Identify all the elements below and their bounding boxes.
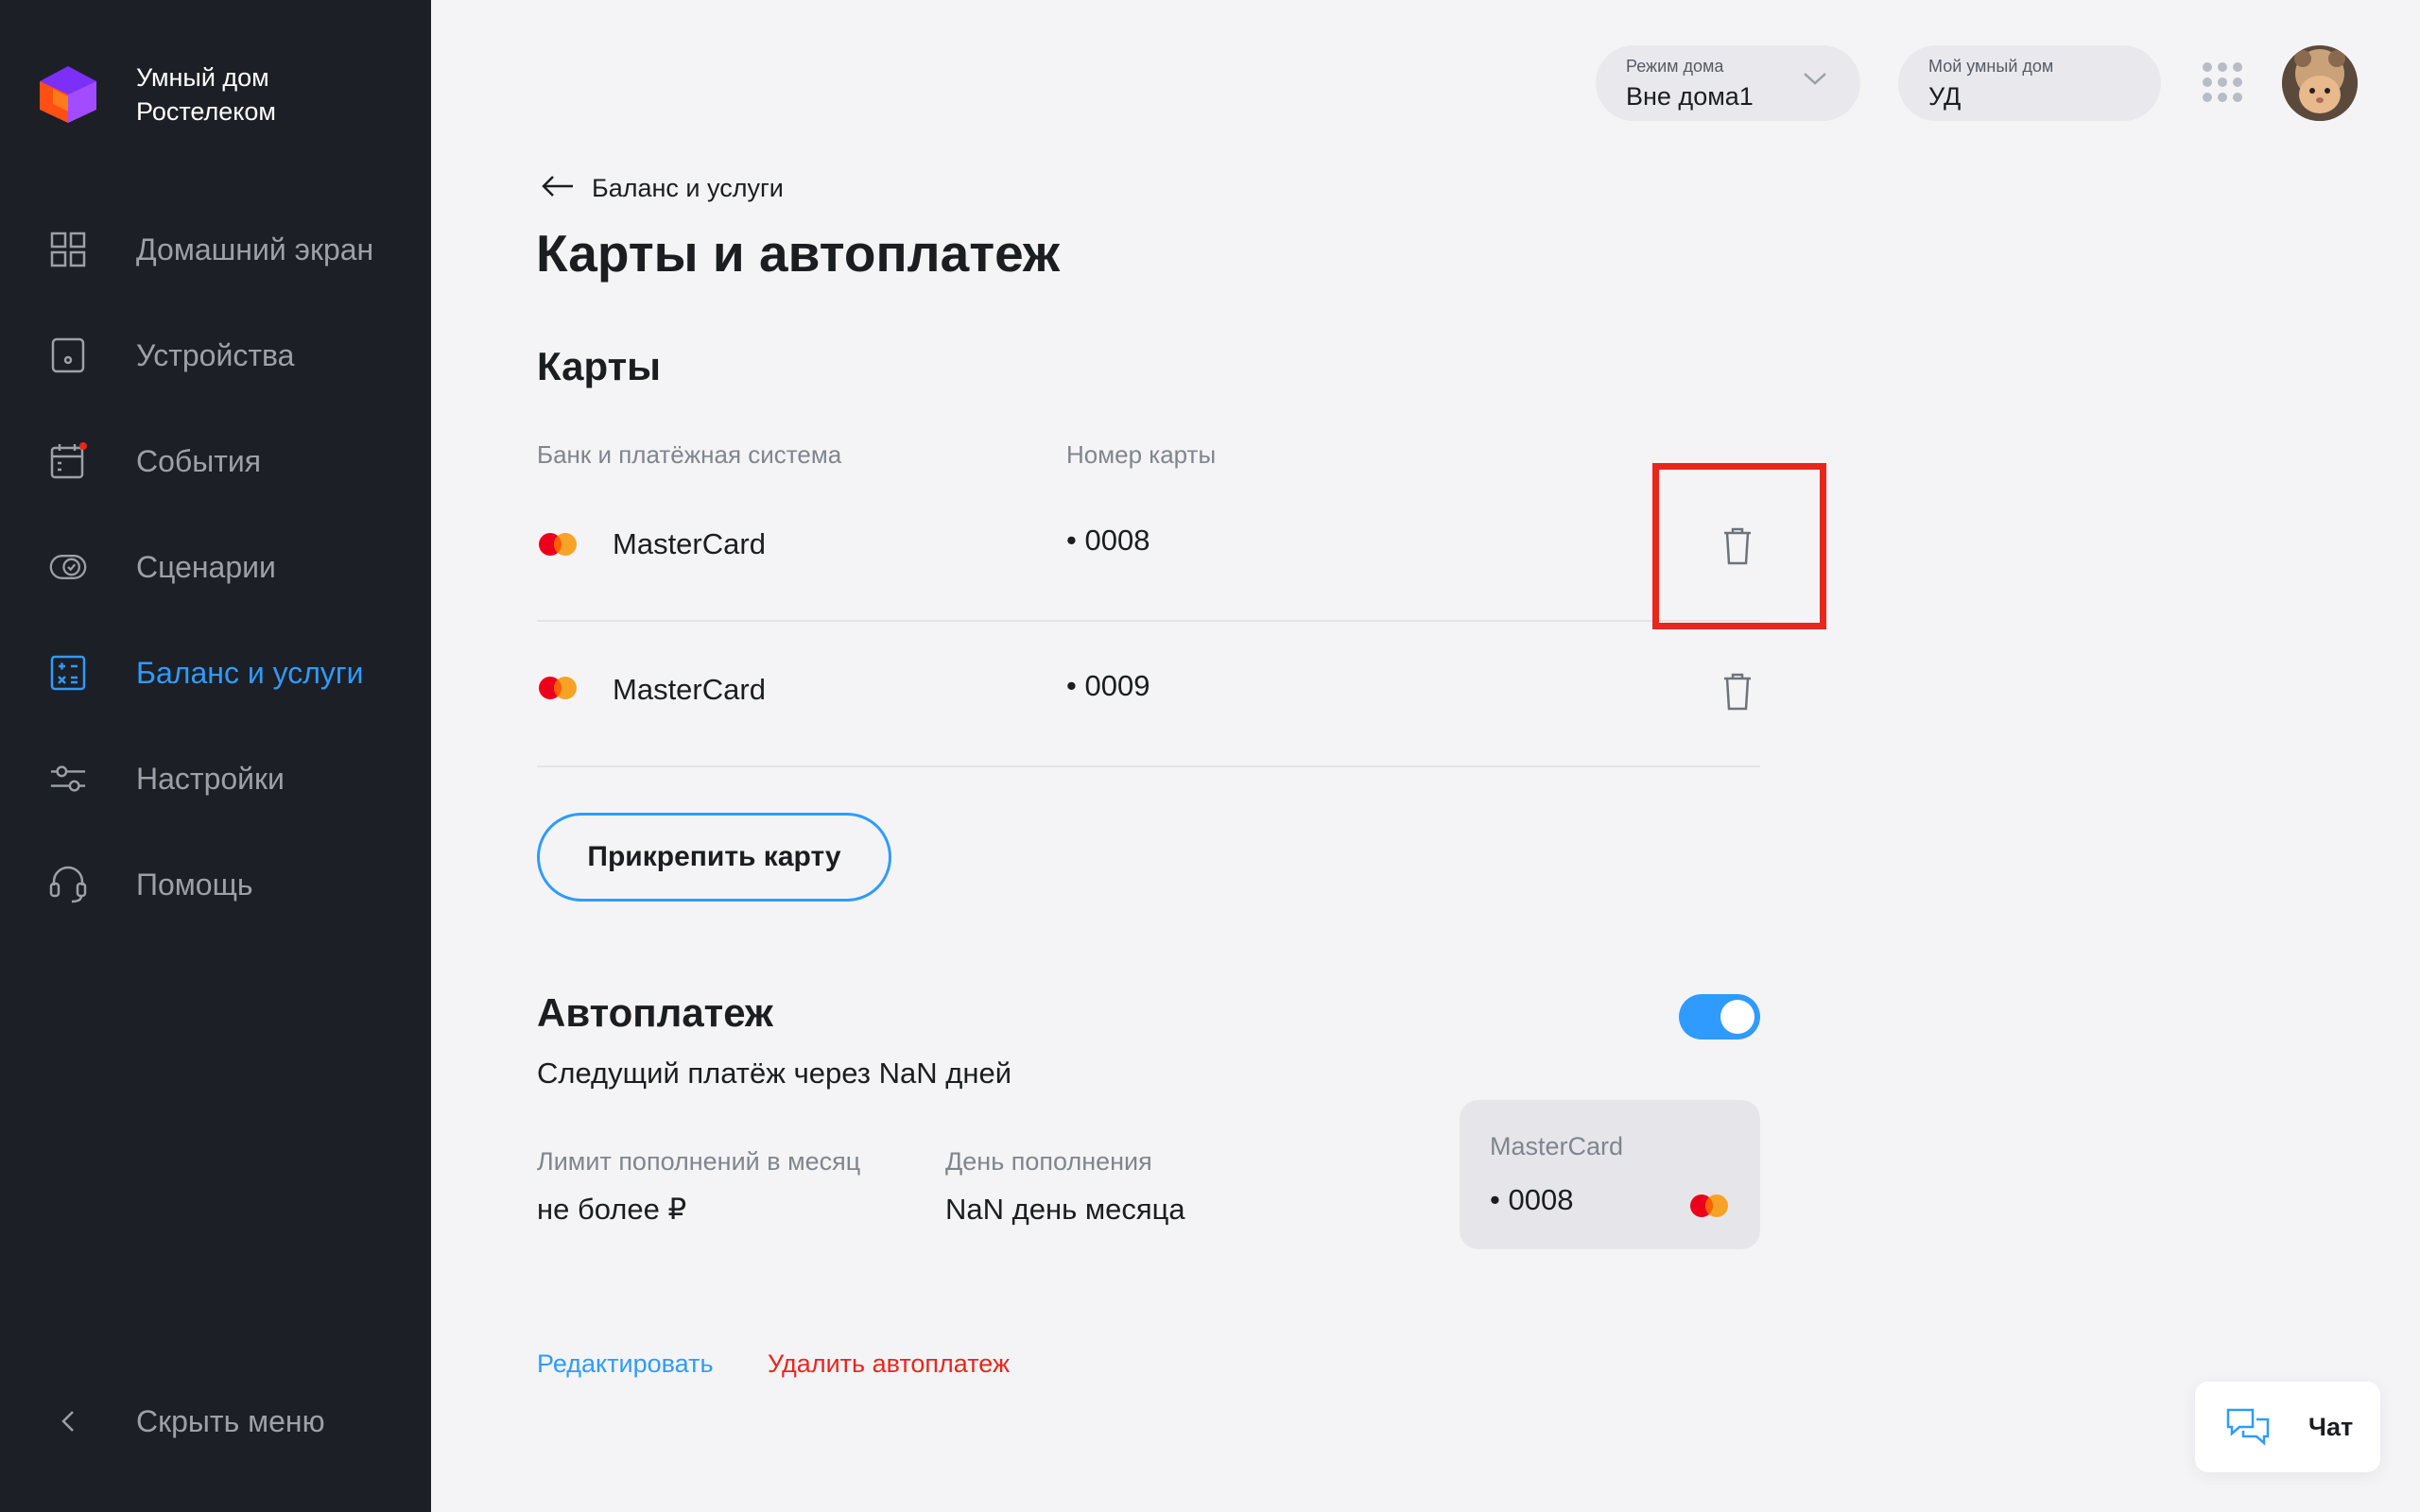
home-mode-select[interactable]: Режим дома Вне дома1: [1596, 45, 1860, 121]
card-row: MasterCard • 0009: [537, 622, 1760, 767]
device-icon: [49, 336, 87, 374]
delete-card-trash-icon[interactable]: [1719, 671, 1756, 713]
chat-label: Чат: [2308, 1412, 2354, 1441]
card-number: • 0009: [1066, 669, 1150, 702]
avatar[interactable]: [2282, 45, 2358, 121]
card-bank-name: MasterCard: [613, 527, 766, 560]
back-link-label: Баланс и услуги: [592, 174, 784, 202]
smart-home-label: Мой умный дом: [1928, 57, 2054, 76]
mastercard-icon: [537, 531, 579, 562]
chat-button[interactable]: Чат: [2195, 1382, 2380, 1472]
collapse-menu-label: Скрыть меню: [136, 1403, 325, 1438]
autopay-section-title: Автоплатеж: [537, 990, 773, 1035]
limit-label: Лимит пополнений в месяц: [537, 1147, 861, 1176]
edit-autopay-link[interactable]: Редактировать: [537, 1349, 714, 1379]
autopay-card-number: • 0008: [1490, 1183, 1574, 1216]
card-bank-name: MasterCard: [613, 673, 766, 706]
autopay-toggle[interactable]: [1679, 994, 1760, 1040]
sidebar-item-help[interactable]: Помощь: [0, 832, 431, 937]
sidebar-item-scenarios[interactable]: Сценарии: [0, 514, 431, 620]
topup-day-value: NaN день месяца: [945, 1193, 1185, 1226]
page-title: Карты и автоплатеж: [536, 224, 1061, 283]
sidebar-item-label: Настройки: [136, 761, 285, 796]
toggle-knob: [1720, 1000, 1754, 1034]
app-name-line1: Умный дом: [136, 63, 269, 92]
calculator-icon: [49, 654, 87, 692]
cards-section-title: Карты: [537, 344, 662, 388]
headset-icon: [49, 866, 87, 903]
autopay-card[interactable]: MasterCard • 0008: [1460, 1100, 1760, 1249]
sidebar-item-label: Сценарии: [136, 549, 276, 584]
sidebar-item-home[interactable]: Домашний экран: [0, 197, 431, 302]
app-logo[interactable]: Умный дом Ростелеком: [36, 60, 276, 129]
sidebar-item-label: Помощь: [136, 867, 253, 902]
limit-value: не более ₽: [537, 1193, 687, 1226]
autopay-card-name: MasterCard: [1490, 1132, 1624, 1160]
topup-day-label: День пополнения: [945, 1147, 1152, 1176]
attach-card-button[interactable]: Прикрепить карту: [537, 813, 891, 902]
next-payment-text: Следущий платёж через NaN дней: [537, 1057, 1012, 1090]
sidebar-item-events[interactable]: События: [0, 408, 431, 514]
delete-autopay-link[interactable]: Удалить автоплатеж: [768, 1349, 1010, 1379]
smart-home-value: УД: [1928, 82, 1962, 111]
highlight-box: [1652, 463, 1826, 629]
sidebar-item-balance[interactable]: Баланс и услуги: [0, 620, 431, 726]
chat-bubbles-icon: [2225, 1406, 2271, 1448]
card-number: • 0008: [1066, 524, 1150, 557]
sliders-icon: [49, 760, 87, 798]
sidebar-item-devices[interactable]: Устройства: [0, 302, 431, 408]
back-link[interactable]: Баланс и услуги: [541, 174, 784, 203]
sidebar: Умный дом Ростелеком Домашний экран Устр…: [0, 0, 431, 1512]
column-header-card-number: Номер карты: [1066, 440, 1217, 469]
smart-home-select[interactable]: Мой умный дом УД: [1898, 45, 2161, 121]
rostelecom-logo-icon: [36, 64, 100, 125]
mastercard-icon: [537, 675, 579, 706]
mastercard-icon: [1688, 1193, 1730, 1224]
sidebar-item-label: Баланс и услуги: [136, 655, 364, 690]
sidebar-item-label: Домашний экран: [136, 232, 374, 266]
sidebar-item-settings[interactable]: Настройки: [0, 726, 431, 832]
sidebar-item-label: Устройства: [136, 337, 295, 372]
grid-icon: [49, 231, 87, 268]
app-name-line2: Ростелеком: [136, 97, 276, 126]
arrow-left-icon: [541, 175, 575, 202]
chevron-down-icon: [1802, 70, 1828, 92]
calendar-icon: [49, 442, 87, 480]
collapse-menu-button[interactable]: Скрыть меню: [49, 1402, 325, 1440]
sidebar-nav: Домашний экран Устройства События Сценар…: [0, 197, 431, 937]
scenario-icon: [49, 548, 87, 586]
chevron-left-icon: [49, 1402, 87, 1440]
app-name: Умный дом Ростелеком: [136, 60, 276, 129]
column-header-bank: Банк и платёжная система: [537, 440, 842, 469]
sidebar-item-label: События: [136, 443, 262, 478]
card-row: MasterCard • 0008: [537, 476, 1760, 622]
apps-grid-icon[interactable]: [2203, 62, 2242, 102]
